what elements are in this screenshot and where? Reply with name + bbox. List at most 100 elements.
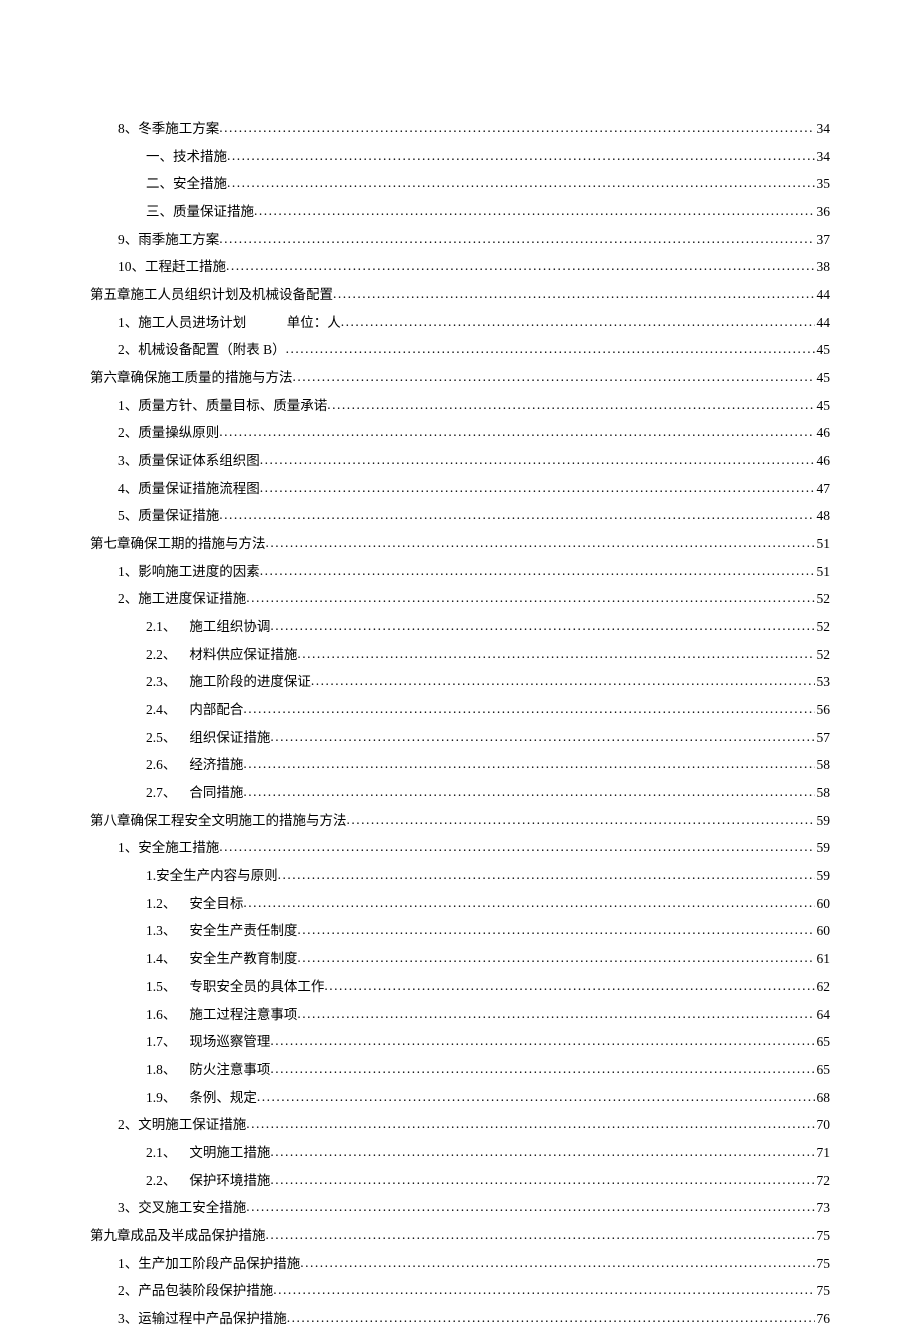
toc-entry-prefix: 2.2、 [146, 641, 186, 669]
toc-entry[interactable]: 4、质量保证措施流程图 47 [90, 475, 830, 503]
toc-entry[interactable]: 2.6、 经济措施 58 [90, 751, 830, 779]
toc-entry-title: 1、安全施工措施 [118, 834, 219, 862]
toc-entry-title: 防火注意事项 [189, 1056, 270, 1084]
toc-entry-title: 条例、规定 [189, 1084, 257, 1112]
toc-leader-dots [327, 391, 814, 419]
toc-entry[interactable]: 1.3、 安全生产责任制度 60 [90, 917, 830, 945]
toc-entry[interactable]: 1.2、 安全目标 60 [90, 890, 830, 918]
toc-entry[interactable]: 1.9、 条例、规定 68 [90, 1084, 830, 1112]
toc-entry[interactable]: 10、工程赶工措施 38 [90, 253, 830, 281]
toc-entry[interactable]: 2、质量操纵原则 46 [90, 419, 830, 447]
toc-entry[interactable]: 1、质量方针、质量目标、质量承诺 45 [90, 392, 830, 420]
toc-leader-dots [287, 1304, 815, 1332]
toc-entry-page: 64 [815, 1001, 831, 1029]
toc-entry-page: 53 [815, 668, 831, 696]
toc-entry[interactable]: 第九章成品及半成品保护措施 75 [90, 1222, 830, 1250]
toc-entry-page: 59 [815, 862, 831, 890]
toc-entry[interactable]: 二、安全措施 35 [90, 170, 830, 198]
toc-entry[interactable]: 1.5、 专职安全员的具体工作 62 [90, 973, 830, 1001]
toc-entry[interactable]: 第七章确保工期的措施与方法 51 [90, 530, 830, 558]
toc-entry[interactable]: 1、安全施工措施 59 [90, 834, 830, 862]
toc-entry[interactable]: 2.5、 组织保证措施 57 [90, 724, 830, 752]
toc-leader-dots [243, 889, 814, 917]
toc-entry-title: 2、施工进度保证措施 [118, 585, 246, 613]
toc-entry-title: 内部配合 [189, 696, 243, 724]
toc-entry[interactable]: 一、技术措施 34 [90, 143, 830, 171]
toc-entry-title: 2、质量操纵原则 [118, 419, 219, 447]
toc-leader-dots [246, 1110, 814, 1138]
toc-leader-dots [286, 335, 815, 363]
toc-entry-page: 52 [815, 585, 831, 613]
toc-entry-page: 45 [815, 336, 831, 364]
toc-entry[interactable]: 1.安全生产内容与原则 59 [90, 862, 830, 890]
toc-leader-dots [227, 142, 815, 170]
toc-entry[interactable]: 2.1、 文明施工措施 71 [90, 1139, 830, 1167]
toc-entry[interactable]: 5、质量保证措施 48 [90, 502, 830, 530]
toc-entry[interactable]: 1.7、 现场巡察管理 65 [90, 1028, 830, 1056]
toc-entry[interactable]: 第五章施工人员组织计划及机械设备配置 44 [90, 281, 830, 309]
toc-entry-prefix: 2.7、 [146, 779, 186, 807]
toc-leader-dots [270, 723, 814, 751]
toc-entry[interactable]: 1.4、 安全生产教育制度 61 [90, 945, 830, 973]
toc-entry-title: 第八章确保工程安全文明施工的措施与方法 [90, 807, 347, 835]
toc-entry-prefix: 2.6、 [146, 751, 186, 779]
toc-entry[interactable]: 3、交叉施工安全措施 73 [90, 1194, 830, 1222]
toc-entry-title: 8、冬季施工方案 [118, 115, 219, 143]
toc-entry[interactable]: 第八章确保工程安全文明施工的措施与方法 59 [90, 807, 830, 835]
toc-entry-title: 3、运输过程中产品保护措施 [118, 1305, 287, 1333]
toc-leader-dots [270, 1027, 814, 1055]
toc-entry-page: 75 [815, 1250, 831, 1278]
toc-entry-title: 施工过程注意事项 [189, 1001, 297, 1029]
toc-leader-dots [297, 1000, 814, 1028]
toc-entry[interactable]: 2、机械设备配置（附表 B） 45 [90, 336, 830, 364]
toc-entry[interactable]: 1、影响施工进度的因素 51 [90, 558, 830, 586]
toc-entry[interactable]: 1.6、 施工过程注意事项 64 [90, 1001, 830, 1029]
toc-leader-dots [311, 667, 815, 695]
toc-entry[interactable]: 2.4、 内部配合 56 [90, 696, 830, 724]
toc-entry-title: 安全生产教育制度 [189, 945, 297, 973]
toc-entry[interactable]: 2、施工进度保证措施 52 [90, 585, 830, 613]
toc-leader-dots [341, 308, 815, 336]
toc-entry-title: 9、雨季施工方案 [118, 226, 219, 254]
toc-entry-page: 72 [815, 1167, 831, 1195]
toc-entry-title: 专职安全员的具体工作 [189, 973, 324, 1001]
toc-entry-title: 1、施工人员进场计划 单位：人 [118, 309, 341, 337]
toc-entry-title: 组织保证措施 [189, 724, 270, 752]
toc-leader-dots [260, 557, 815, 585]
toc-entry[interactable]: 1、施工人员进场计划 单位：人 44 [90, 309, 830, 337]
toc-entry-title: 一、技术措施 [146, 143, 227, 171]
toc-entry-title: 安全生产责任制度 [189, 917, 297, 945]
toc-entry-title: 材料供应保证措施 [189, 641, 297, 669]
toc-entry[interactable]: 2.7、 合同措施 58 [90, 779, 830, 807]
toc-entry[interactable]: 2、文明施工保证措施 70 [90, 1111, 830, 1139]
toc-leader-dots [297, 916, 814, 944]
toc-entry-title: 1、影响施工进度的因素 [118, 558, 260, 586]
toc-entry-title: 3、交叉施工安全措施 [118, 1194, 246, 1222]
toc-leader-dots [273, 1276, 814, 1304]
toc-leader-dots [219, 501, 814, 529]
toc-entry[interactable]: 2.1、 施工组织协调 52 [90, 613, 830, 641]
toc-entry-page: 59 [815, 834, 831, 862]
toc-entry[interactable]: 8、冬季施工方案 34 [90, 115, 830, 143]
toc-entry[interactable]: 1、生产加工阶段产品保护措施 75 [90, 1250, 830, 1278]
toc-entry[interactable]: 3、质量保证体系组织图 46 [90, 447, 830, 475]
toc-leader-dots [226, 252, 815, 280]
toc-entry[interactable]: 2.2、 材料供应保证措施 52 [90, 641, 830, 669]
toc-entry-page: 48 [815, 502, 831, 530]
toc-entry[interactable]: 1.8、 防火注意事项 65 [90, 1056, 830, 1084]
toc-entry[interactable]: 3、运输过程中产品保护措施 76 [90, 1305, 830, 1333]
toc-entry[interactable]: 三、质量保证措施 36 [90, 198, 830, 226]
toc-leader-dots [278, 861, 815, 889]
toc-entry[interactable]: 2.2、 保护环境措施 72 [90, 1167, 830, 1195]
toc-entry-prefix: 1.5、 [146, 973, 186, 1001]
toc-entry-page: 65 [815, 1056, 831, 1084]
toc-entry[interactable]: 9、雨季施工方案 37 [90, 226, 830, 254]
toc-leader-dots [324, 972, 814, 1000]
toc-leader-dots [227, 169, 815, 197]
toc-leader-dots [300, 1249, 814, 1277]
toc-leader-dots [257, 1083, 815, 1111]
toc-entry-page: 34 [815, 115, 831, 143]
toc-entry[interactable]: 2.3、 施工阶段的进度保证 53 [90, 668, 830, 696]
toc-entry-title: 现场巡察管理 [189, 1028, 270, 1056]
toc-entry[interactable]: 第六章确保施工质量的措施与方法 45 [90, 364, 830, 392]
